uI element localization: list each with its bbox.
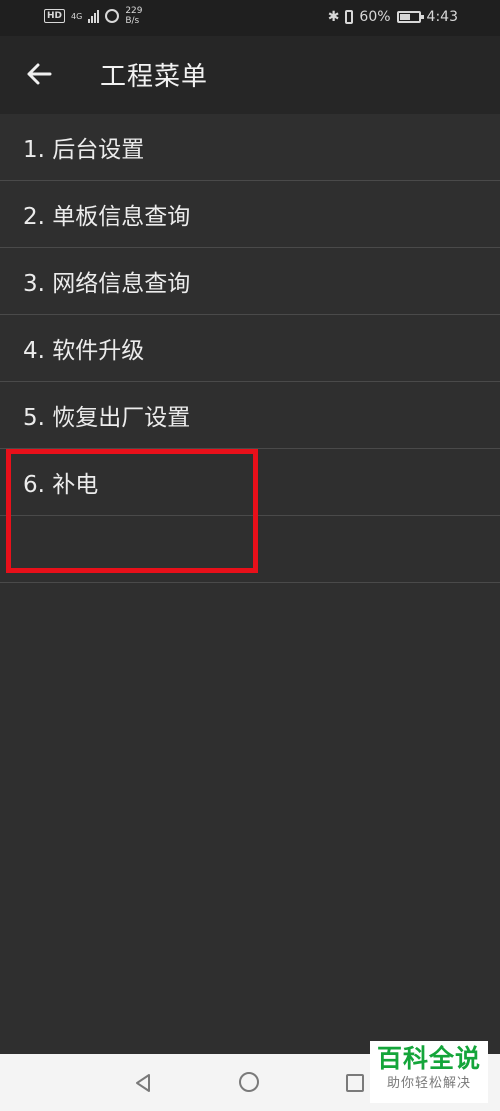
status-bar-left: HD 4G 229 B/s [44,6,143,26]
network-speed-value: 229 [125,6,143,16]
menu-item-factory-reset[interactable]: 5. 恢复出厂设置 [0,382,500,449]
vibrate-icon [345,10,354,24]
square-recent-icon[interactable] [346,1072,368,1094]
watermark-title: 百科全说 [376,1044,481,1073]
screen: HD 4G 229 B/s ✱ 60% 4:43 工程菜单 1. 后台设置 2.… [0,0,500,1111]
app-bar: 工程菜单 [0,36,500,114]
watermark-logo: 百科全说 助你轻松解决 [370,1041,488,1103]
status-bar: HD 4G 229 B/s ✱ 60% 4:43 [0,0,500,36]
signal-icon [88,9,100,23]
status-bar-right: ✱ 60% 4:43 [328,9,458,25]
watermark-subtitle: 助你轻松解决 [386,1076,471,1091]
arrow-left-icon[interactable] [24,59,56,91]
hotspot-icon [105,9,120,23]
menu-item-board-info[interactable]: 2. 单板信息查询 [0,181,500,248]
battery-fill [399,14,411,20]
hd-icon: HD [44,9,66,23]
network-type: 4G [71,11,83,21]
network-speed-unit: B/s [125,16,140,26]
menu-item-background-settings[interactable]: 1. 后台设置 [0,114,500,181]
bluetooth-icon: ✱ [327,9,340,25]
network-speed: 229 B/s [125,6,142,26]
clock: 4:43 [426,9,458,25]
page-title: 工程菜单 [100,62,209,92]
circle-home-icon[interactable] [239,1072,261,1094]
triangle-back-icon[interactable] [132,1072,154,1094]
menu-item-software-upgrade[interactable]: 4. 软件升级 [0,315,500,382]
battery-percent: 60% [359,9,391,25]
battery-icon [396,11,424,23]
highlight-box [6,449,258,573]
menu-item-network-info[interactable]: 3. 网络信息查询 [0,248,500,315]
